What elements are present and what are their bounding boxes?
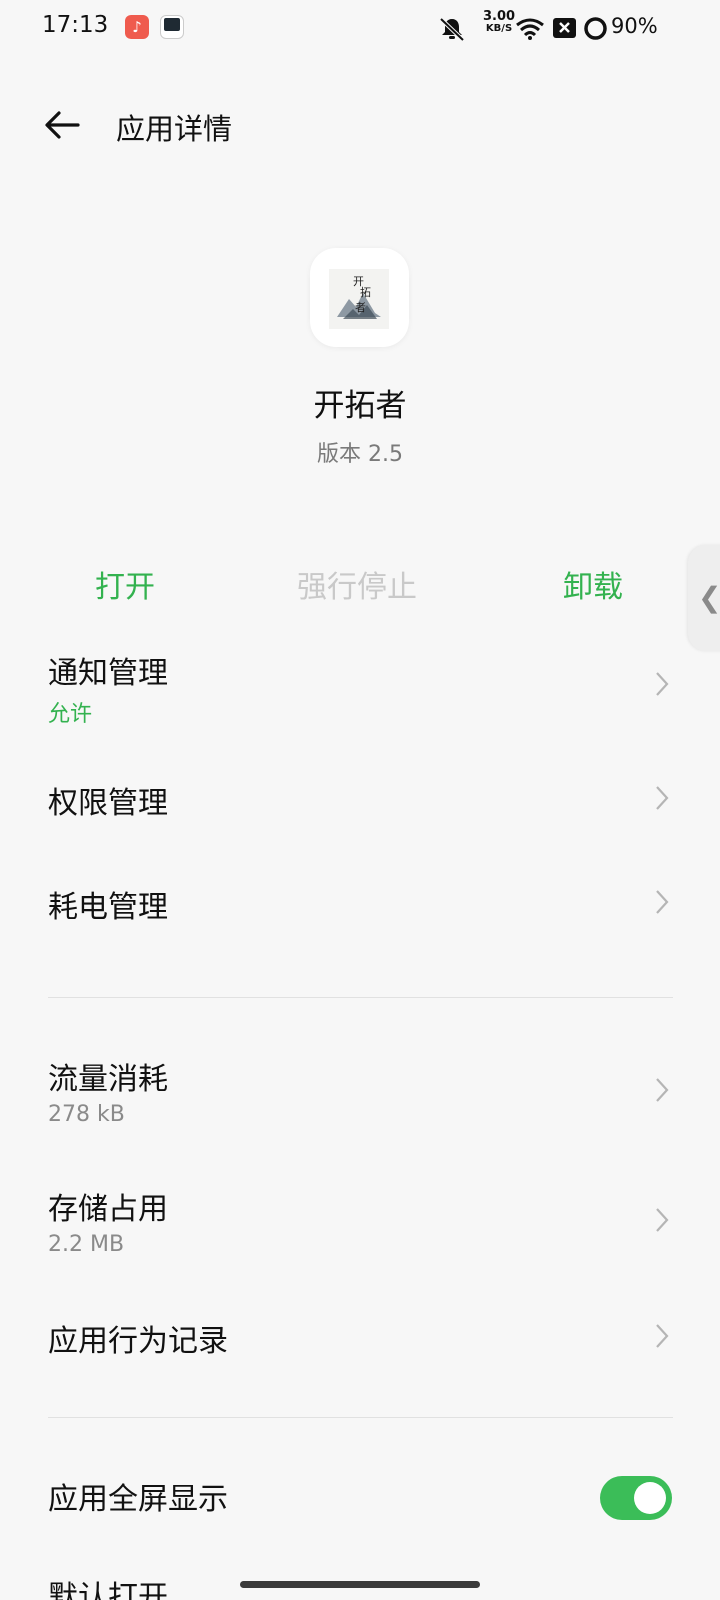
fullscreen-toggle[interactable]	[600, 1476, 672, 1520]
section-divider	[48, 997, 673, 998]
chevron-left-icon: ❮	[698, 581, 720, 614]
app-icon-image: 开 拓 者	[329, 269, 389, 329]
chevron-right-icon	[656, 672, 669, 696]
network-speed: 3.00 KB/S	[483, 9, 516, 35]
reader-app-icon	[160, 15, 184, 39]
uninstall-button[interactable]: 卸载	[563, 562, 623, 606]
permission-management-row[interactable]: 权限管理	[0, 762, 720, 842]
storage-usage-value: 2.2 MB	[48, 1232, 125, 1257]
open-button[interactable]: 打开	[95, 562, 155, 606]
force-stop-button[interactable]: 强行停止	[297, 562, 417, 606]
row-title: 存储占用	[48, 1192, 168, 1227]
app-icon: 开 拓 者	[310, 248, 409, 347]
ink-landscape-icon: 开 拓 者	[329, 269, 389, 329]
data-usage-row[interactable]: 流量消耗 278 kB	[0, 1042, 720, 1154]
toggle-knob	[634, 1482, 666, 1514]
chevron-right-icon	[656, 890, 669, 914]
row-title: 耗电管理	[48, 890, 168, 925]
svg-text:者: 者	[355, 301, 366, 314]
home-indicator[interactable]	[240, 1581, 480, 1588]
default-open-row[interactable]: 默认打开	[0, 1560, 720, 1600]
battery-percent: 90%	[611, 14, 658, 38]
status-time: 17:13	[42, 12, 109, 38]
music-app-icon: ♪	[125, 15, 149, 39]
row-title: 流量消耗	[48, 1062, 168, 1097]
data-usage-value: 278 kB	[48, 1102, 125, 1127]
app-behavior-record-row[interactable]: 应用行为记录	[0, 1300, 720, 1380]
row-title: 应用全屏显示	[48, 1482, 228, 1517]
mute-bell-icon	[439, 17, 465, 42]
power-management-row[interactable]: 耗电管理	[0, 866, 720, 946]
notification-management-row[interactable]: 通知管理 允许	[0, 636, 720, 748]
storage-usage-row[interactable]: 存储占用 2.2 MB	[0, 1172, 720, 1284]
chevron-right-icon	[656, 786, 669, 810]
row-title: 默认打开	[48, 1580, 168, 1600]
arrow-left-icon	[45, 111, 80, 139]
network-speed-unit: KB/S	[485, 23, 513, 34]
battery-ring-icon	[584, 17, 607, 40]
row-title: 通知管理	[48, 656, 168, 691]
status-bar: 17:13 ♪ 3.00 KB/S 90%	[0, 0, 720, 56]
section-divider	[48, 1417, 673, 1418]
sim-off-icon	[553, 18, 576, 38]
chevron-right-icon	[656, 1324, 669, 1348]
back-button[interactable]	[40, 103, 84, 147]
chevron-right-icon	[656, 1078, 669, 1102]
page-title: 应用详情	[116, 112, 233, 146]
chevron-right-icon	[656, 1208, 669, 1232]
app-details-screen: 17:13 ♪ 3.00 KB/S 90% 应用详情 开 拓 者 开拓者 版本 …	[0, 0, 720, 1600]
svg-text:拓: 拓	[360, 285, 371, 299]
row-title: 权限管理	[48, 786, 168, 821]
row-title: 应用行为记录	[48, 1324, 228, 1359]
notification-status: 允许	[48, 702, 93, 727]
network-speed-value: 3.00	[483, 9, 516, 24]
wifi-icon	[516, 18, 544, 40]
app-version: 版本 2.5	[317, 442, 403, 467]
app-name: 开拓者	[313, 388, 407, 424]
